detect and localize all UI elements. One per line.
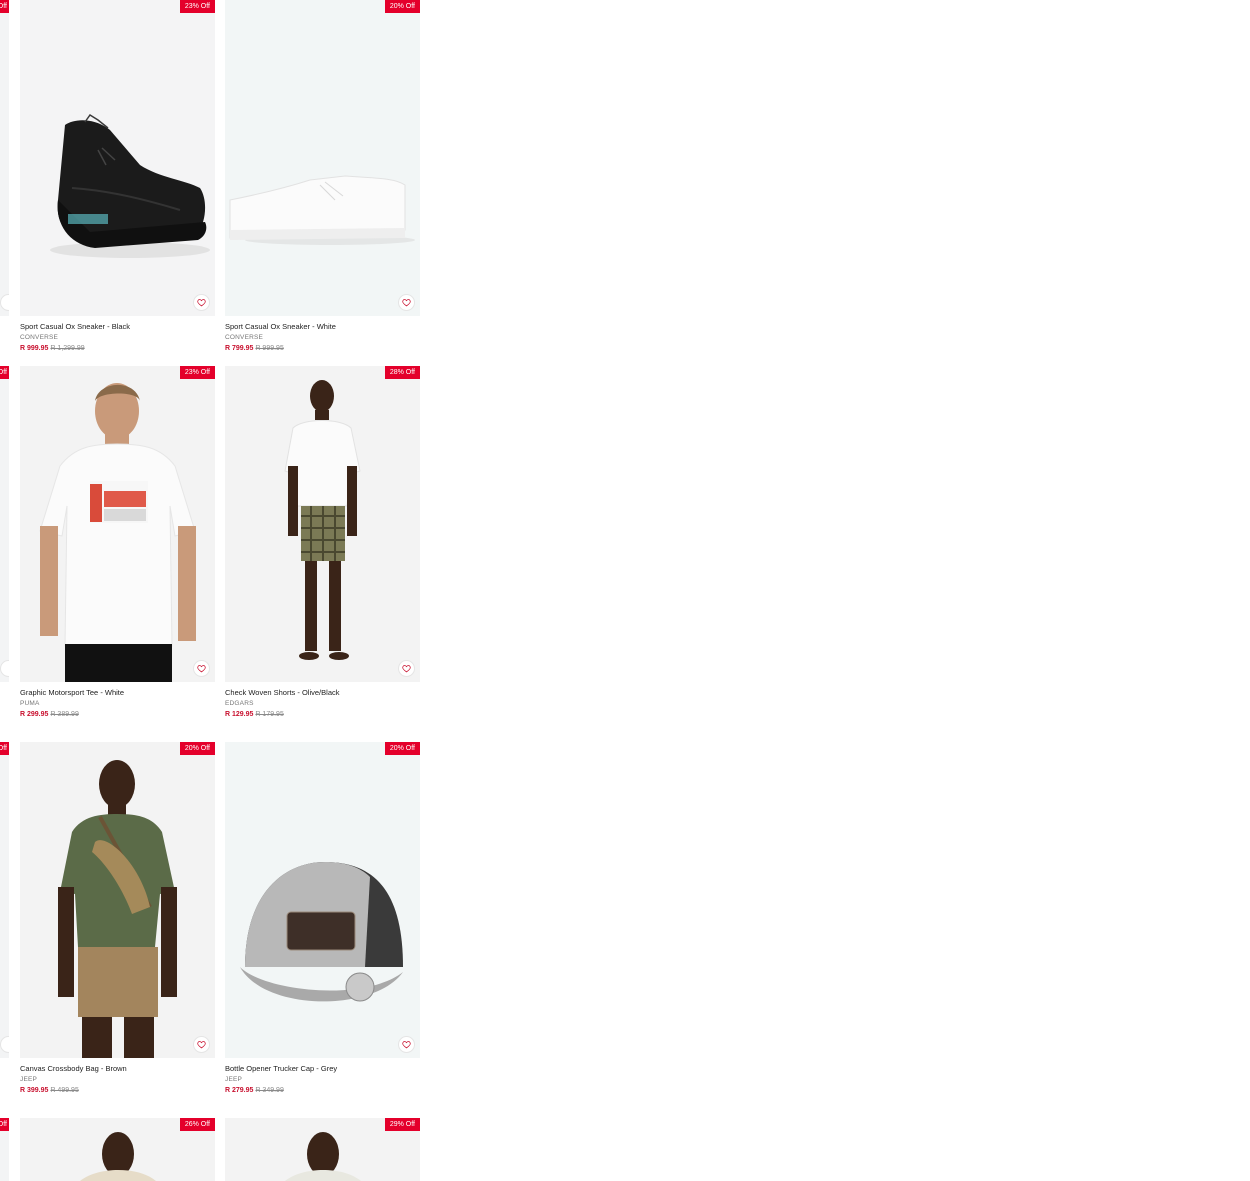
partial-product-image[interactable]: Off	[0, 742, 9, 1058]
product-card[interactable]: 23% Off Sport Casual Ox Sneaker - Black …	[20, 0, 215, 352]
original-price: R 389.99	[50, 711, 79, 718]
original-price: R 349.99	[255, 1087, 284, 1094]
discount-badge: 23% Off	[179, 0, 215, 13]
product-name[interactable]: Sport Casual Ox Sneaker - Black	[20, 322, 215, 331]
product-image[interactable]: 29% Off	[225, 1118, 420, 1181]
product-image[interactable]: 26% Off	[20, 1118, 215, 1181]
original-price: R 1,299.99	[50, 345, 85, 352]
model-crossbody-bag-image	[20, 742, 215, 1058]
product-name[interactable]: Canvas Crossbody Bag - Brown	[20, 1064, 215, 1073]
product-card[interactable]: 20% Off Sport Casual Ox Sneaker - White …	[225, 0, 420, 352]
product-name[interactable]: Sport Casual Ox Sneaker - White	[225, 322, 420, 331]
product-card[interactable]: 28% Off Check Woven Shorts - Olive/Black…	[225, 366, 420, 718]
sale-price: R 129.95	[225, 711, 254, 718]
product-brand: PUMA	[20, 700, 40, 707]
discount-badge: 20% Off	[179, 742, 215, 755]
original-price: R 499.95	[50, 1087, 79, 1094]
product-image[interactable]: 20% Off	[225, 0, 420, 316]
black-sneaker-image	[20, 0, 215, 316]
product-image[interactable]: 28% Off	[225, 366, 420, 682]
sale-price: R 399.95	[20, 1087, 49, 1094]
product-image[interactable]: 23% Off	[20, 0, 215, 316]
discount-badge: 28% Off	[384, 366, 420, 379]
product-brand: CONVERSE	[225, 334, 264, 341]
wishlist-heart-icon[interactable]	[193, 1036, 210, 1053]
product-card[interactable]: 26% Off	[20, 1118, 215, 1181]
product-name[interactable]: Graphic Motorsport Tee - White	[20, 688, 215, 697]
product-image[interactable]: 20% Off	[225, 742, 420, 1058]
product-name[interactable]: Check Woven Shorts - Olive/Black	[225, 688, 420, 697]
partial-product-image[interactable]: Off	[0, 366, 9, 682]
original-price: R 999.95	[255, 345, 284, 352]
discount-badge: 26% Off	[179, 1118, 215, 1131]
wishlist-heart-icon[interactable]	[0, 1036, 9, 1053]
product-card[interactable]: 20% Off Bottle Opener Trucker Cap - Grey…	[225, 742, 420, 1094]
sale-price: R 299.95	[20, 711, 49, 718]
discount-badge: 20% Off	[384, 0, 420, 13]
discount-badge: Off	[0, 366, 9, 379]
wishlist-heart-icon[interactable]	[0, 660, 9, 677]
discount-badge: Off	[0, 0, 9, 13]
product-card[interactable]: 20% Off Canvas Crossbody Bag - Brown JEE…	[20, 742, 215, 1094]
wishlist-heart-icon[interactable]	[398, 1036, 415, 1053]
sale-price: R 799.95	[225, 345, 254, 352]
product-card[interactable]: 23% Off Graphic Motorsport Tee - White P…	[20, 366, 215, 718]
partial-product-image[interactable]: Off	[0, 1118, 9, 1181]
discount-badge: 29% Off	[384, 1118, 420, 1131]
product-image[interactable]: 23% Off	[20, 366, 215, 682]
original-price: R 179.95	[255, 711, 284, 718]
white-sneaker-image	[225, 0, 420, 316]
discount-badge: 20% Off	[384, 742, 420, 755]
product-card[interactable]: 29% Off	[225, 1118, 420, 1181]
product-image[interactable]: 20% Off	[20, 742, 215, 1058]
discount-badge: 23% Off	[179, 366, 215, 379]
product-brand: CONVERSE	[20, 334, 59, 341]
model-white-tee-image	[20, 366, 215, 682]
sale-price: R 999.95	[20, 345, 49, 352]
discount-badge: Off	[0, 1118, 9, 1131]
wishlist-heart-icon[interactable]	[193, 294, 210, 311]
product-brand: JEEP	[225, 1076, 243, 1083]
discount-badge: Off	[0, 742, 9, 755]
model-check-shorts-image	[225, 366, 420, 682]
partial-product-image[interactable]: Off	[0, 0, 9, 316]
product-brand: JEEP	[20, 1076, 38, 1083]
product-name[interactable]: Bottle Opener Trucker Cap - Grey	[225, 1064, 420, 1073]
wishlist-heart-icon[interactable]	[398, 660, 415, 677]
sale-price: R 279.95	[225, 1087, 254, 1094]
wishlist-heart-icon[interactable]	[398, 294, 415, 311]
trucker-cap-image	[225, 742, 420, 1058]
wishlist-heart-icon[interactable]	[0, 294, 9, 311]
product-brand: EDGARS	[225, 700, 254, 707]
wishlist-heart-icon[interactable]	[193, 660, 210, 677]
